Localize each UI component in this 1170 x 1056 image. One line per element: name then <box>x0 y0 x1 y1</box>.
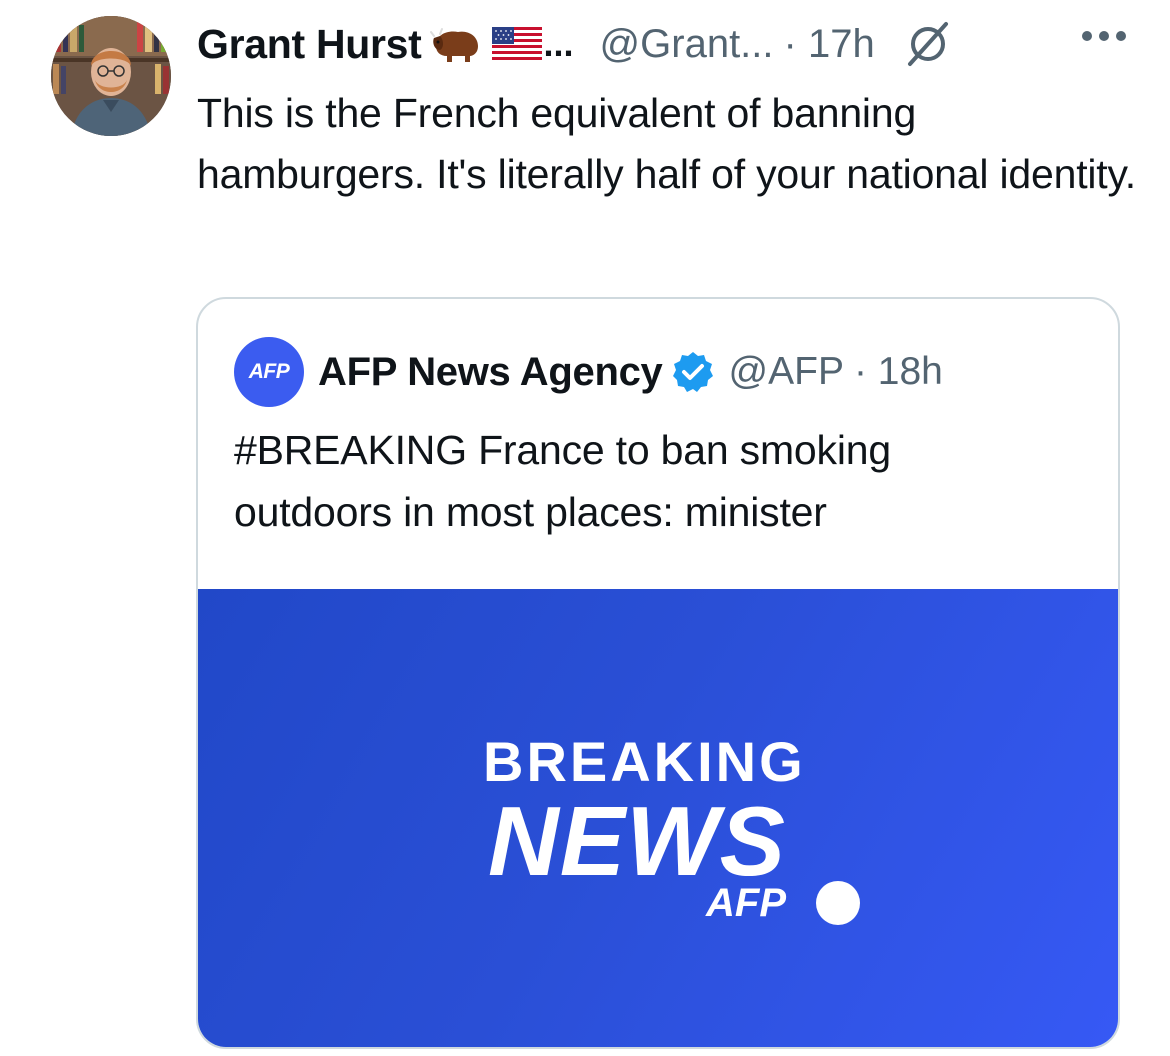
quoted-tweet-header: AFP AFP News Agency @AFP · 18h <box>234 337 943 407</box>
quoted-tweet[interactable]: AFP AFP News Agency @AFP · 18h #BREAKING… <box>196 297 1120 1049</box>
grok-icon[interactable] <box>905 20 951 68</box>
quoted-timestamp[interactable]: · 18h <box>854 350 943 394</box>
quoted-display-name[interactable]: AFP News Agency <box>318 350 663 395</box>
quoted-media-image[interactable]: BREAKING NEWS AFP <box>198 589 1118 1047</box>
user-handle[interactable]: @Grant... <box>600 22 774 67</box>
tweet[interactable]: Grant Hurst ... @Grant... · 17h This is … <box>0 0 1170 1056</box>
tweet-text: This is the French equivalent of banning… <box>197 90 1136 197</box>
avatar[interactable] <box>51 16 171 136</box>
quoted-handle[interactable]: @AFP <box>729 350 844 394</box>
avatar-photo <box>51 16 171 136</box>
quoted-tweet-text: #BREAKING France to ban smoking outdoors… <box>234 427 891 535</box>
tweet-header: Grant Hurst ... @Grant... · 17h <box>197 18 1130 70</box>
afp-dot-icon <box>816 881 860 925</box>
timestamp[interactable]: · 17h <box>784 22 875 67</box>
media-afp-logo: AFP <box>706 881 786 925</box>
display-name[interactable]: Grant Hurst <box>197 21 422 68</box>
afp-avatar[interactable]: AFP <box>234 337 304 407</box>
us-flag-emoji-icon <box>491 25 542 63</box>
verified-badge-icon <box>671 350 715 394</box>
name-truncation: ... <box>543 23 574 64</box>
bison-emoji-icon <box>429 24 484 64</box>
more-options-icon[interactable] <box>1081 30 1127 42</box>
